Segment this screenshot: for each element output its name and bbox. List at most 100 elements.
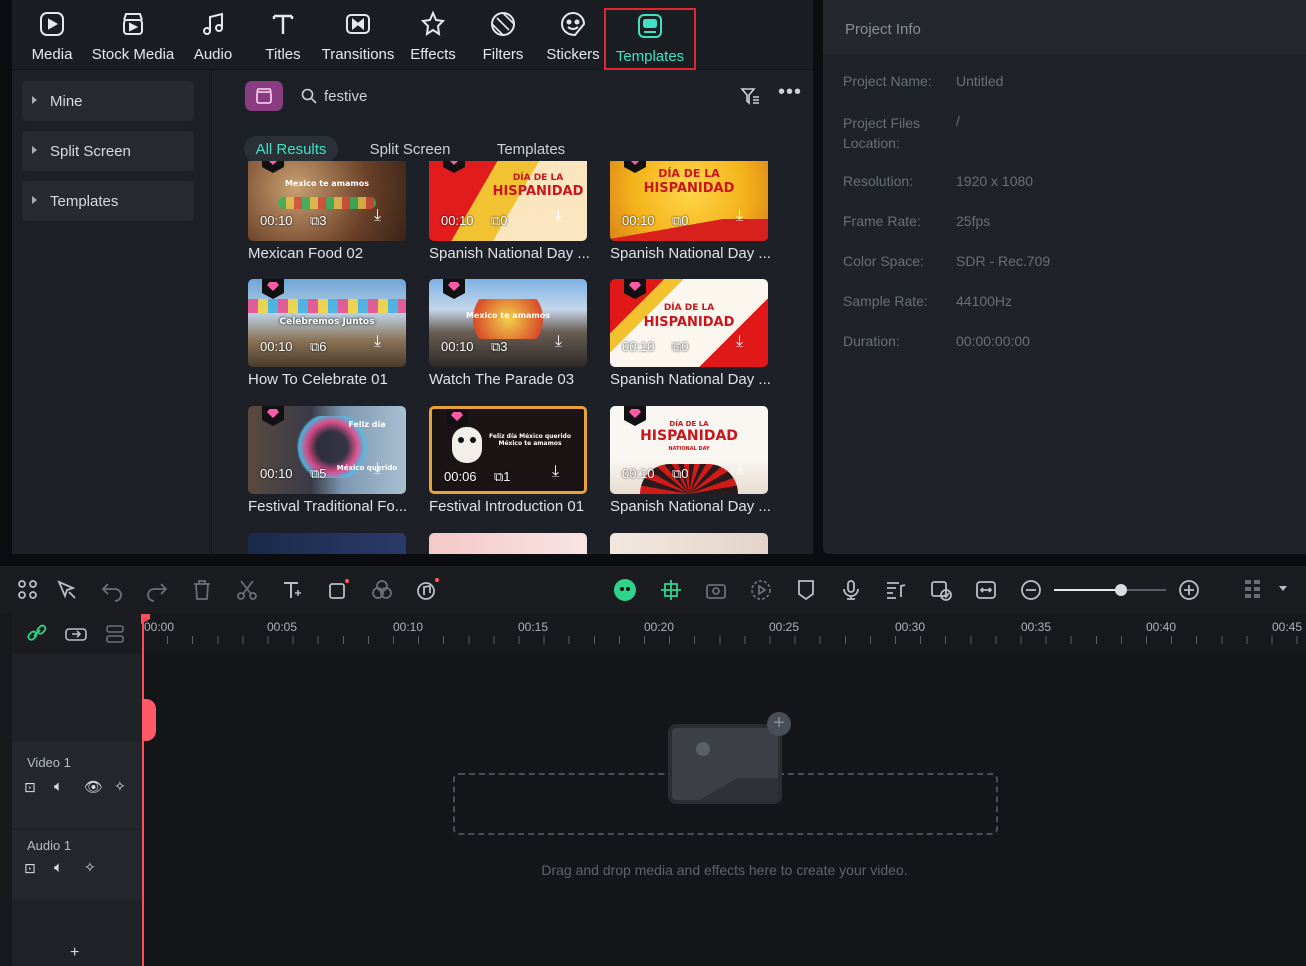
time-ruler[interactable]: 00:00 00:05 00:10 00:15 00:20 00:25 00:3… xyxy=(142,614,1306,654)
tab-split-screen[interactable]: Split Screen xyxy=(362,136,458,162)
filters-icon xyxy=(491,12,515,36)
zoom-slider-handle[interactable] xyxy=(1115,584,1128,596)
lock-icon[interactable]: ⊡ xyxy=(24,860,36,877)
undo-icon[interactable] xyxy=(100,578,124,602)
ruler-label: 00:05 xyxy=(267,620,298,634)
dropdown-arrow-icon[interactable] xyxy=(1279,586,1287,591)
track-manager-icon[interactable] xyxy=(104,624,126,644)
color-icon[interactable] xyxy=(370,578,394,602)
template-card[interactable]: Feliz día México querido 00:10 ⧉5 ⤓ Fest… xyxy=(248,406,407,518)
toolbar-audio[interactable]: Audio xyxy=(190,8,236,70)
template-card[interactable]: Mexico te amamos 00:10 ⧉3 ⤓ Watch The Pa… xyxy=(429,279,587,391)
zoom-out-icon[interactable] xyxy=(1019,578,1043,602)
template-card[interactable]: DÍA DE LA HISPANIDAD 00:10 ⧉0 ⤓ Spanish … xyxy=(610,279,771,391)
render-icon[interactable] xyxy=(749,578,773,602)
expand-arrow-icon xyxy=(32,196,37,204)
more-options-icon[interactable]: ••• xyxy=(778,82,801,106)
download-icon[interactable]: ⤓ xyxy=(555,207,575,229)
effects-toggle-icon[interactable]: ✧ xyxy=(114,778,126,795)
thumbnail-text: DÍA DE LA xyxy=(663,303,715,313)
download-icon[interactable]: ⤓ xyxy=(374,333,394,355)
toolbar-media[interactable]: Media xyxy=(30,8,74,70)
download-icon[interactable]: ⤓ xyxy=(736,460,756,482)
ruler-label: 00:35 xyxy=(1021,620,1052,634)
playhead[interactable] xyxy=(142,614,144,966)
info-value: Untitled xyxy=(956,73,1004,89)
layout-grid-icon[interactable] xyxy=(16,578,40,602)
transitions-icon xyxy=(346,14,370,34)
auto-reframe-icon[interactable] xyxy=(929,578,953,602)
toolbar-transitions[interactable]: Transitions xyxy=(318,8,398,70)
tab-templates[interactable]: Templates xyxy=(486,136,576,162)
template-card[interactable]: DÍA DE LA HISPANIDAD NATIONAL DAY 00:10 … xyxy=(610,406,771,518)
template-card[interactable] xyxy=(610,533,768,554)
premium-gem-icon xyxy=(443,279,465,299)
sidebar-item-templates[interactable]: Templates xyxy=(22,181,194,221)
info-label: Color Space: xyxy=(843,253,924,269)
ai-copilot-icon[interactable] xyxy=(613,578,637,602)
zoom-in-icon[interactable] xyxy=(1177,578,1201,602)
filter-icon[interactable] xyxy=(740,86,760,106)
timeline-track-area[interactable]: + Drag and drop media and effects here t… xyxy=(143,654,1306,966)
toolbar-filters[interactable]: Filters xyxy=(480,8,526,70)
layout-options-icon[interactable] xyxy=(1241,578,1265,602)
scene-detect-icon[interactable] xyxy=(659,578,683,602)
tab-all-results[interactable]: All Results xyxy=(244,136,338,162)
snapshot-icon[interactable] xyxy=(704,578,728,602)
toolbar-stickers[interactable]: Stickers xyxy=(546,8,600,70)
premium-gem-icon xyxy=(624,279,646,299)
download-icon[interactable]: ⤓ xyxy=(374,460,394,482)
drop-hint: Drag and drop media and effects here to … xyxy=(541,862,908,878)
download-icon[interactable]: ⤓ xyxy=(555,333,575,355)
toolbar-titles[interactable]: Titles xyxy=(260,8,306,70)
eye-icon[interactable]: 👁︎ xyxy=(84,778,103,796)
redo-icon[interactable] xyxy=(145,578,169,602)
add-media-icon[interactable]: + xyxy=(767,712,791,736)
download-icon[interactable]: ⤓ xyxy=(736,333,756,355)
download-icon[interactable]: ⤓ xyxy=(374,207,394,229)
audio-mix-icon[interactable] xyxy=(884,578,908,602)
ai-template-button[interactable] xyxy=(245,81,283,111)
template-card[interactable]: Feliz día México querido México te amamo… xyxy=(429,406,587,518)
top-toolbar: Media Stock Media Audio Titles Transitio… xyxy=(12,0,813,70)
template-card[interactable] xyxy=(429,533,587,554)
sidebar-item-split-screen[interactable]: Split Screen xyxy=(22,131,194,171)
speaker-icon[interactable]: 🔈︎ xyxy=(54,778,63,795)
fit-icon[interactable] xyxy=(974,578,998,602)
playhead-drag-tab[interactable] xyxy=(142,699,156,741)
crop-icon[interactable] xyxy=(326,578,350,602)
link-icon[interactable] xyxy=(26,624,48,644)
cut-icon[interactable] xyxy=(235,578,259,602)
add-track-icon[interactable]: + xyxy=(70,944,79,962)
template-card[interactable]: DÍA DE LA HISPANIDAD 00:10 ⧉0 ⤓ Spanish … xyxy=(610,161,771,265)
ruler-label: 00:40 xyxy=(1146,620,1177,634)
delete-icon[interactable] xyxy=(190,578,214,602)
microphone-icon[interactable] xyxy=(839,578,863,602)
attach-icon[interactable] xyxy=(64,624,88,644)
premium-gem-icon xyxy=(446,409,468,429)
download-icon[interactable]: ⤓ xyxy=(736,207,756,229)
marker-icon[interactable] xyxy=(794,578,818,602)
duration-label: 00:10 xyxy=(622,213,655,228)
template-thumbnail: Feliz día México querido 00:10 ⧉5 ⤓ xyxy=(248,406,406,494)
toolbar-templates[interactable]: Templates xyxy=(604,8,696,70)
ai-audio-icon[interactable] xyxy=(415,578,439,602)
search-input[interactable] xyxy=(324,84,624,108)
toolbar-stock-media[interactable]: Stock Media xyxy=(90,8,176,70)
select-arrow-icon[interactable] xyxy=(55,578,79,602)
download-icon[interactable]: ⤓ xyxy=(552,463,572,485)
speaker-icon[interactable]: 🔈︎ xyxy=(54,859,63,876)
sidebar-item-mine[interactable]: Mine xyxy=(22,81,194,121)
toolbar-effects[interactable]: Effects xyxy=(408,8,458,70)
lock-icon[interactable]: ⊡ xyxy=(24,779,36,796)
premium-gem-icon xyxy=(443,161,465,173)
effects-toggle-icon[interactable]: ✧ xyxy=(84,859,96,876)
text-icon[interactable] xyxy=(280,578,304,602)
template-title: Mexican Food 02 xyxy=(248,245,364,262)
thumbnail-text: Mexico te amamos xyxy=(465,311,551,320)
stickers-icon xyxy=(560,11,586,37)
template-card[interactable]: Mexico te amamos 00:10 ⧉3 ⤓ Mexican Food… xyxy=(248,161,406,265)
template-card[interactable] xyxy=(248,533,406,554)
template-card[interactable]: Celebremos Juntos 00:10 ⧉6 ⤓ How To Cele… xyxy=(248,279,406,391)
template-card[interactable]: DÍA DE LA HISPANIDAD 00:10 ⧉0 ⤓ Spanish … xyxy=(429,161,590,265)
